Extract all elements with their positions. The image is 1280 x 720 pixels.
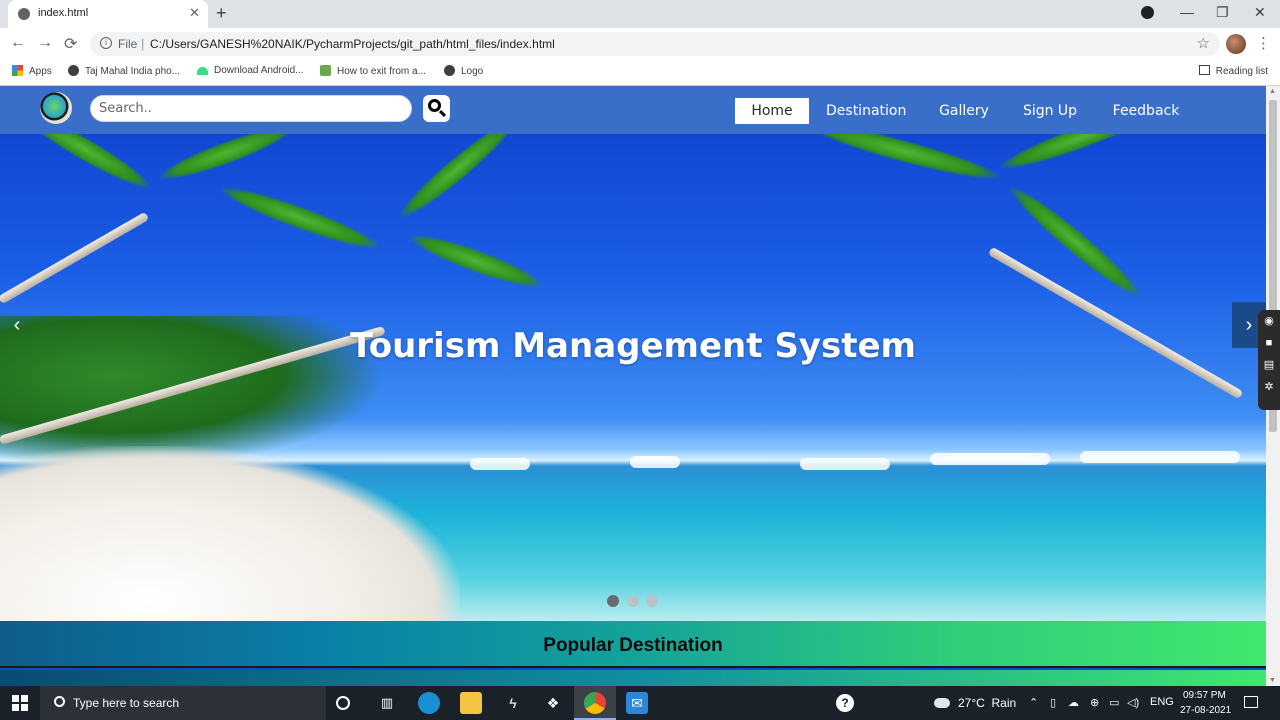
hero-slide: Tourism Management System ‹ ›	[0, 86, 1266, 621]
hero-title: Tourism Management System	[350, 326, 916, 366]
nav-gallery[interactable]: Gallery	[936, 98, 992, 124]
gallery-icon[interactable]: ▤	[1258, 354, 1280, 376]
back-button[interactable]: ←	[10, 34, 26, 52]
globe-icon	[68, 65, 79, 76]
gear-icon[interactable]: ✲	[1258, 376, 1280, 398]
taskbar-search-placeholder: Type here to search	[73, 696, 180, 710]
dropbox-icon[interactable]: ❖	[542, 692, 564, 714]
carousel-dot-1[interactable]	[607, 595, 619, 607]
tab-strip: index.html ✕ + — ❐ ✕	[0, 0, 1280, 28]
cortana-icon[interactable]	[336, 696, 350, 710]
globe-icon	[444, 65, 455, 76]
search-input[interactable]	[90, 95, 412, 122]
tab-index[interactable]: index.html ✕	[8, 0, 208, 28]
chevron-up-icon[interactable]: ⌃	[1029, 696, 1038, 709]
task-view-icon[interactable]: ▥	[376, 692, 398, 714]
close-window-button[interactable]: ✕	[1254, 4, 1266, 21]
scroll-up-arrow-icon[interactable]: ▲	[1269, 88, 1276, 95]
language-indicator[interactable]: ENG	[1150, 696, 1174, 708]
reading-list-button[interactable]: Reading list	[1198, 65, 1268, 77]
reading-list-icon	[1198, 65, 1210, 75]
maximize-button[interactable]: ❐	[1216, 4, 1229, 21]
apps-grid-icon	[12, 65, 23, 76]
cloud	[470, 458, 530, 470]
notification-icon[interactable]	[1244, 696, 1258, 708]
carousel-dot-3[interactable]	[646, 595, 658, 607]
url-separator: |	[141, 36, 145, 51]
app-icon[interactable]: ϟ	[502, 692, 524, 714]
site-logo[interactable]	[40, 92, 72, 124]
network-icon[interactable]: ⊕	[1090, 696, 1099, 709]
nav-feedback[interactable]: Feedback	[1108, 98, 1184, 124]
palm-frond	[216, 178, 384, 258]
section-title: Popular Destination	[543, 635, 723, 656]
taskbar-search[interactable]: Type here to search	[40, 686, 326, 720]
page-viewport: Tourism Management System ‹ › Home Desti…	[0, 86, 1266, 686]
mail-icon[interactable]: ✉	[626, 692, 648, 714]
bookmark-apps[interactable]: Apps	[12, 65, 52, 77]
bookmark-logo[interactable]: Logo	[444, 65, 483, 77]
url-scheme: File	[118, 37, 138, 51]
avatar[interactable]	[1226, 34, 1246, 54]
battery-icon[interactable]: ▭	[1109, 696, 1119, 709]
carousel-prev-button[interactable]: ‹	[0, 302, 34, 348]
clock-date[interactable]: 27-08-2021	[1180, 705, 1231, 716]
search-button[interactable]	[423, 95, 450, 122]
popular-destination-banner: Popular Destination	[0, 621, 1266, 668]
chrome-taskbar-button[interactable]	[574, 686, 616, 720]
beach-sand	[0, 446, 460, 621]
cloud	[800, 458, 890, 470]
camera-icon[interactable]: ◉	[1258, 310, 1280, 332]
forward-button[interactable]: →	[37, 34, 53, 52]
minimize-button[interactable]: —	[1180, 4, 1194, 20]
nav-home[interactable]: Home	[735, 98, 809, 124]
bookmark-how-to-exit[interactable]: How to exit from a...	[320, 65, 426, 77]
chrome-icon	[584, 692, 606, 714]
bookmark-star-icon[interactable]: ☆	[1197, 34, 1210, 52]
close-tab-icon[interactable]: ✕	[189, 5, 200, 21]
weather-widget[interactable]: 27°C Rain	[934, 696, 1016, 710]
browser-toolbar: ← → ⟳ i File | C:/Users/GANESH%20NAIK/Py…	[0, 28, 1280, 60]
bookmarks-bar: Apps Taj Mahal India pho... Download And…	[0, 60, 1280, 86]
browser-menu-icon[interactable]: ⋮	[1256, 34, 1271, 52]
palm-frond	[406, 226, 546, 296]
new-tab-button[interactable]: +	[216, 3, 227, 24]
carousel-dot-2[interactable]	[627, 595, 639, 607]
rain-cloud-icon	[934, 698, 950, 708]
palm-trunk	[0, 211, 150, 305]
nav-destination[interactable]: Destination	[826, 98, 906, 124]
start-button[interactable]	[12, 695, 28, 711]
video-icon[interactable]: ■	[1258, 332, 1280, 354]
site-header: Home Destination Gallery Sign Up Feedbac…	[0, 86, 1266, 134]
clock-time[interactable]: 09:57 PM	[1183, 690, 1226, 701]
file-explorer-icon[interactable]	[460, 692, 482, 714]
scroll-down-arrow-icon[interactable]: ▼	[1269, 677, 1276, 684]
search-icon	[54, 696, 65, 707]
android-icon	[197, 67, 208, 75]
reload-button[interactable]: ⟳	[64, 34, 77, 54]
windows-taskbar: Type here to search ▥ ϟ ❖ ✉ ? 27°C Rain …	[0, 686, 1280, 720]
address-bar[interactable]: i File | C:/Users/GANESH%20NAIK/PycharmP…	[90, 32, 1220, 56]
tray-app-icon[interactable]: ▯	[1050, 696, 1056, 709]
url-text[interactable]: C:/Users/GANESH%20NAIK/PycharmProjects/g…	[150, 37, 555, 51]
palm-frond	[1002, 178, 1148, 305]
tab-title: index.html	[38, 7, 89, 19]
cloud	[630, 456, 680, 468]
screen-capture-widget: ◉ ■ ▤ ✲	[1258, 310, 1280, 410]
onedrive-icon[interactable]: ☁	[1068, 696, 1079, 709]
volume-icon[interactable]: ◁)	[1127, 696, 1139, 709]
bookmark-download-android[interactable]: Download Android...	[197, 65, 304, 76]
help-icon[interactable]: ?	[836, 694, 854, 712]
content-below	[0, 670, 1266, 686]
info-icon[interactable]: i	[100, 37, 112, 49]
hexagon-icon	[320, 65, 331, 76]
cloud	[1080, 451, 1240, 463]
nav-signup[interactable]: Sign Up	[1020, 98, 1080, 124]
bookmark-taj-mahal[interactable]: Taj Mahal India pho...	[68, 65, 180, 77]
edge-icon[interactable]	[418, 692, 440, 714]
globe-icon	[18, 8, 30, 20]
cloud	[930, 453, 1050, 465]
profile-menu-icon[interactable]	[1141, 6, 1154, 19]
